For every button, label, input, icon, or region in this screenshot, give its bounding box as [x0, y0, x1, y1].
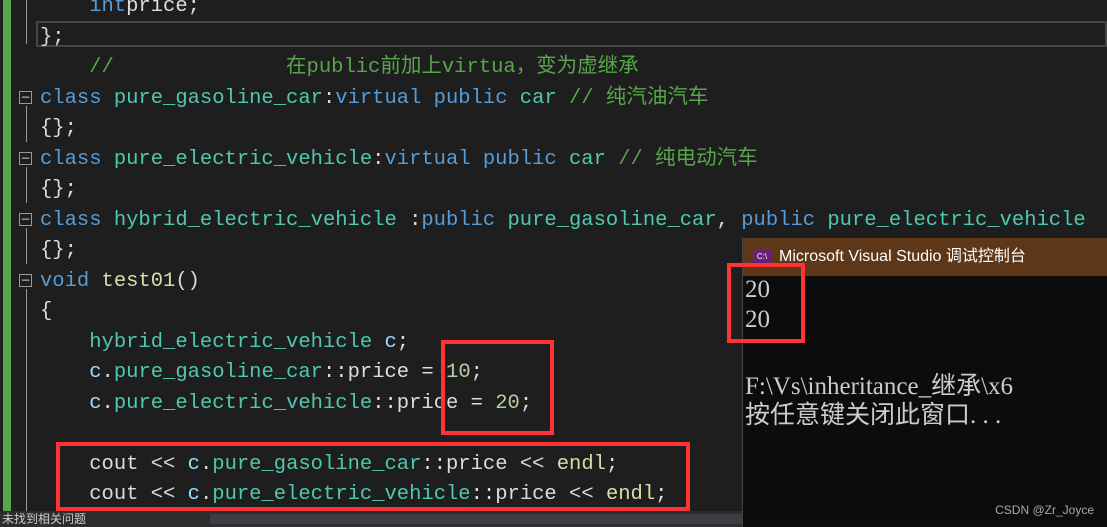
- code-token: {};: [40, 239, 77, 262]
- code-token: :: [396, 208, 422, 232]
- watermark: CSDN @Zr_Joyce: [995, 503, 1094, 517]
- console-output-line: 按任意键关闭此窗口. . .: [745, 402, 1002, 429]
- fold-guide: [26, 167, 27, 203]
- code-token: c: [89, 361, 102, 384]
- code-line: {};: [40, 114, 77, 144]
- code-token: hybrid_electric_vehicle: [113, 208, 397, 232]
- code-token: void: [40, 269, 102, 293]
- code-token: public: [421, 208, 508, 232]
- current-line-highlight: [36, 21, 1107, 47]
- code-token: ,: [716, 208, 742, 232]
- code-token: price;: [126, 0, 200, 18]
- code-token: :: [372, 147, 385, 171]
- highlight-box-output: [727, 263, 805, 343]
- console-title: Microsoft Visual Studio 调试控制台: [779, 248, 1026, 265]
- collapse-icon[interactable]: −: [19, 274, 32, 287]
- code-token: public: [741, 208, 828, 232]
- code-token: pure_gasoline_car: [507, 208, 717, 232]
- highlight-box-cout: [56, 442, 690, 511]
- code-line: {};: [40, 236, 77, 266]
- horizontal-scrollbar[interactable]: [210, 514, 742, 524]
- code-token: .: [101, 361, 114, 384]
- code-line: class pure_electric_vehicle:virtual publ…: [40, 145, 758, 175]
- code-line: {};: [40, 175, 77, 205]
- code-token: };: [40, 25, 65, 49]
- code-token: class: [40, 147, 114, 171]
- collapse-icon[interactable]: −: [19, 213, 32, 226]
- code-token: class: [40, 86, 114, 110]
- console-icon: C:\: [753, 249, 771, 264]
- collapse-icon[interactable]: −: [19, 91, 32, 104]
- code-token: // 纯电动汽车: [605, 147, 758, 171]
- fold-guide: [26, 289, 27, 511]
- editor-gutter: [0, 0, 14, 511]
- highlight-box-assignments: [441, 340, 554, 435]
- code-token: virtual public: [335, 86, 520, 110]
- code-token: :: [322, 86, 336, 110]
- code-line: hybrid_electric_vehicle c;: [40, 328, 409, 358]
- code-token: ;: [396, 330, 410, 354]
- fold-guide: [26, 0, 27, 44]
- code-token: test01: [101, 269, 176, 293]
- code-token: {};: [40, 117, 77, 140]
- code-token: {: [40, 300, 53, 323]
- code-line: class pure_gasoline_car:virtual public c…: [40, 84, 708, 114]
- code-token: virtual public: [384, 147, 569, 171]
- change-indicator-bar: [3, 0, 11, 511]
- code-token: c: [384, 330, 397, 354]
- code-token: c: [89, 391, 102, 415]
- code-token: car: [519, 86, 557, 110]
- code-line: };: [40, 23, 65, 53]
- fold-guide: [26, 228, 27, 264]
- collapse-icon[interactable]: −: [19, 152, 32, 165]
- code-token: pure_electric_vehicle: [113, 147, 373, 171]
- code-token: // 纯汽油汽车: [556, 86, 709, 110]
- code-line: c.pure_gasoline_car::price = 10;: [40, 358, 483, 388]
- fold-guide: [26, 106, 27, 142]
- code-token: class: [40, 208, 114, 232]
- code-token: pure_gasoline_car: [113, 361, 323, 384]
- code-token: pure_electric_vehicle: [113, 391, 373, 415]
- code-token: .: [101, 391, 114, 415]
- code-line: class hybrid_electric_vehicle :public pu…: [40, 206, 1086, 236]
- code-line: void test01(): [40, 267, 200, 297]
- code-token: hybrid_electric_vehicle: [89, 330, 385, 354]
- code-token: (): [175, 269, 200, 293]
- code-line: {: [40, 297, 52, 327]
- code-token: pure_gasoline_car: [113, 86, 323, 110]
- code-line: intprice;: [40, 0, 200, 22]
- code-token: ::price =: [322, 361, 447, 384]
- status-text: 未找到相关问题: [2, 512, 87, 526]
- code-token: pure_electric_vehicle: [827, 208, 1086, 232]
- code-token: // 在public前加上virtua，变为虚继承: [89, 56, 639, 79]
- code-token: {};: [40, 178, 77, 201]
- code-line: // 在public前加上virtua，变为虚继承: [40, 53, 639, 83]
- code-token: int: [89, 0, 127, 18]
- code-token: car: [569, 147, 606, 171]
